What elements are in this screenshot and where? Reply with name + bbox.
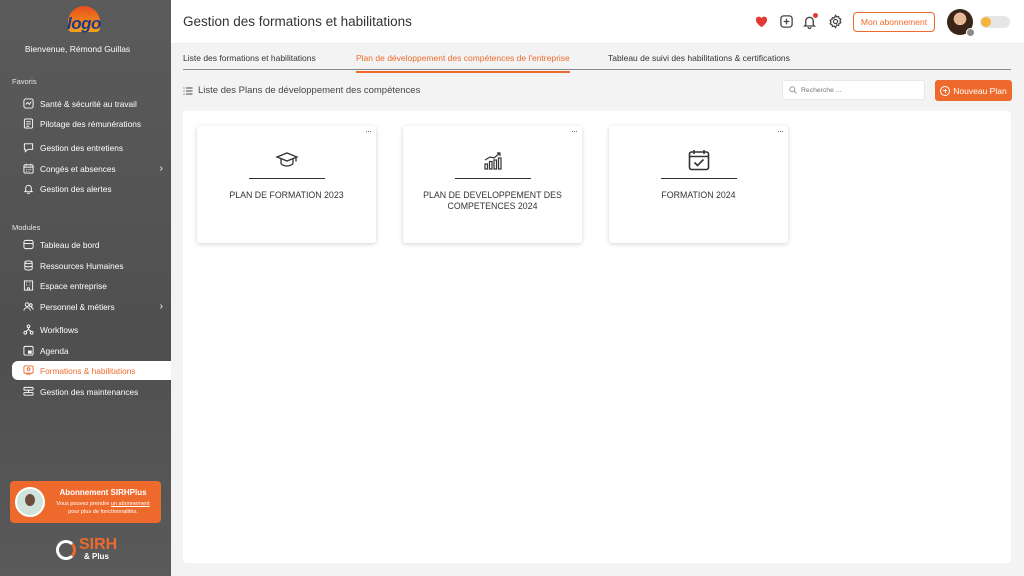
tab-bar: Liste des formations et habilitations Pl…	[183, 44, 1011, 73]
sidebar-item-formations-habilitations[interactable]: Formations & habilitations	[12, 361, 171, 380]
sidebar-item-label: Pilotage des rémunérations	[40, 118, 142, 129]
favoris-section-title: Favoris	[12, 77, 37, 86]
list-header: Liste des Plans de développement des com…	[183, 85, 420, 96]
sidebar-item-workflows[interactable]: Workflows	[12, 320, 171, 339]
sidebar: logo Bienvenue, Rémond Guillas Favoris S…	[0, 0, 171, 576]
sidebar-item-pilotage-remunerations[interactable]: Pilotage des rémunérations	[12, 114, 171, 133]
promo-text: Vous pouvez prendre un abonnement pour p…	[50, 501, 156, 516]
sidebar-item-personnel-metiers[interactable]: Personnel & métiers ›	[12, 297, 171, 316]
card-menu-icon[interactable]: ···	[777, 126, 784, 136]
promo-avatar	[15, 487, 45, 517]
top-header: Gestion des formations et habilitations …	[171, 0, 1024, 44]
promo-title: Abonnement SIRHPlus	[59, 488, 147, 497]
sidebar-item-label: Gestion des entretiens	[40, 142, 124, 153]
calendar-check-icon	[609, 148, 788, 172]
sidebar-item-label: Formations & habilitations	[40, 365, 136, 376]
add-square-icon[interactable]	[778, 13, 795, 30]
user-avatar[interactable]	[947, 9, 975, 37]
graduation-cap-icon	[197, 148, 376, 172]
chevron-right-icon: ›	[159, 163, 163, 174]
sidebar-item-agenda[interactable]: Agenda	[12, 341, 171, 360]
logo[interactable]: logo	[66, 6, 102, 38]
my-subscription-button[interactable]: Mon abonnement	[853, 12, 935, 32]
sidebar-item-label: Personnel & métiers	[40, 301, 115, 312]
favorite-heart-icon[interactable]	[753, 13, 770, 30]
promo-link[interactable]: un abonnement	[111, 501, 150, 507]
card-title: PLAN DE DEVELOPPEMENT DES COMPETENCES 20…	[423, 190, 562, 211]
plan-card[interactable]: ··· PLAN DE DEVELOPPEMENT DES COMPETENCE…	[403, 126, 582, 243]
dashboard-icon	[22, 239, 34, 251]
sidebar-item-tableau-de-bord[interactable]: Tableau de bord	[12, 235, 171, 254]
modules-section-title: Modules	[12, 223, 41, 232]
chat-icon	[22, 142, 34, 154]
growth-chart-icon	[403, 148, 582, 172]
maintenance-icon	[22, 386, 34, 398]
card-title: FORMATION 2024	[661, 190, 736, 200]
sidebar-item-espace-entreprise[interactable]: Espace entreprise	[12, 276, 171, 295]
card-divider	[455, 178, 531, 179]
plan-card[interactable]: ··· PLAN DE FORMATION 2023	[197, 126, 376, 243]
add-circle-icon	[940, 85, 951, 96]
chevron-right-icon: ›	[159, 301, 163, 312]
list-title: Liste des Plans de développement des com…	[198, 85, 421, 96]
card-menu-icon[interactable]: ···	[571, 126, 578, 136]
new-plan-label: Nouveau Plan	[953, 85, 1007, 96]
brand-suffix: & Plus	[84, 552, 109, 561]
status-indicator	[966, 28, 975, 37]
brand-mark-icon	[56, 540, 76, 560]
plan-card[interactable]: ··· FORMATION 2024	[609, 126, 788, 243]
sidebar-item-label: Espace entreprise	[40, 280, 107, 291]
card-menu-icon[interactable]: ···	[365, 126, 372, 136]
sidebar-item-label: Agenda	[40, 345, 69, 356]
sidebar-item-label: Gestion des maintenances	[40, 386, 139, 397]
building-icon	[22, 280, 34, 292]
subscription-promo[interactable]: Abonnement SIRHPlus Vous pouvez prendre …	[10, 481, 161, 523]
tab-liste-formations[interactable]: Liste des formations et habilitations	[183, 53, 316, 63]
people-icon	[22, 301, 34, 313]
page-title: Gestion des formations et habilitations	[183, 14, 412, 29]
settings-gear-icon[interactable]	[827, 13, 844, 30]
notification-badge	[812, 12, 819, 19]
sidebar-item-gestion-maintenances[interactable]: Gestion des maintenances	[12, 382, 171, 401]
card-divider	[661, 178, 737, 179]
brand-logo: SIRH & Plus	[56, 536, 120, 563]
search-box[interactable]	[782, 80, 925, 100]
sidebar-item-sante-securite[interactable]: Santé & sécurité au travail	[12, 94, 171, 113]
card-divider	[249, 178, 325, 179]
sidebar-item-ressources-humaines[interactable]: Ressources Humaines	[12, 256, 171, 275]
training-icon	[22, 365, 34, 377]
tab-plan-developpement[interactable]: Plan de développement des compétences de…	[356, 53, 570, 73]
sidebar-item-label: Ressources Humaines	[40, 260, 124, 271]
payroll-icon	[22, 118, 34, 130]
search-input[interactable]	[801, 86, 921, 94]
sun-icon	[981, 17, 991, 27]
logo-text: logo	[67, 14, 101, 33]
theme-toggle[interactable]	[980, 16, 1010, 28]
sidebar-item-gestion-alertes[interactable]: Gestion des alertes	[12, 179, 171, 198]
calendar-icon	[22, 163, 34, 175]
database-icon	[22, 260, 34, 272]
card-title: PLAN DE FORMATION 2023	[229, 190, 344, 200]
health-icon	[22, 98, 34, 110]
new-plan-button[interactable]: Nouveau Plan	[935, 80, 1012, 101]
promo-text-after: pour plus de fonctionnalités.	[68, 508, 138, 515]
sidebar-item-label: Tableau de bord	[40, 239, 100, 250]
workflow-icon	[22, 324, 34, 336]
search-icon	[789, 86, 797, 94]
sidebar-item-label: Santé & sécurité au travail	[40, 98, 137, 109]
sidebar-item-label: Congés et absences	[40, 163, 116, 174]
bell-icon	[22, 183, 34, 195]
tab-tableau-suivi[interactable]: Tableau de suivi des habilitations & cer…	[608, 53, 790, 63]
agenda-icon	[22, 345, 34, 357]
promo-text-before: Vous pouvez prendre	[56, 501, 111, 507]
sidebar-item-label: Workflows	[40, 324, 79, 335]
list-icon	[183, 87, 193, 94]
sidebar-item-conges-absences[interactable]: Congés et absences ›	[12, 159, 171, 178]
sidebar-item-gestion-entretiens[interactable]: Gestion des entretiens	[12, 138, 171, 157]
notifications-bell-icon[interactable]	[801, 12, 819, 30]
welcome-message: Bienvenue, Rémond Guillas	[24, 44, 131, 54]
sidebar-item-label: Gestion des alertes	[40, 183, 112, 194]
